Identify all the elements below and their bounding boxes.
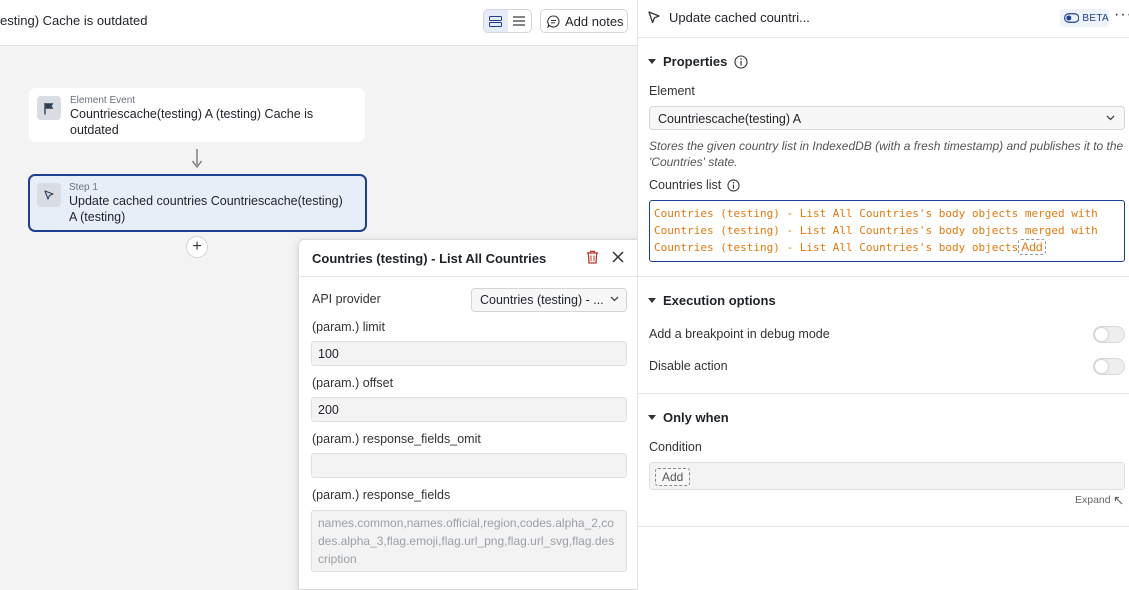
breakpoint-label: Add a breakpoint in debug mode [649, 327, 830, 341]
expand-arrow-icon [1114, 496, 1123, 504]
cursor-icon [648, 11, 660, 24]
canvas-toolbar: esting) Cache is outdated Add notes [0, 0, 637, 46]
add-notes-button[interactable]: Add notes [540, 9, 628, 33]
card-view-icon [489, 15, 503, 27]
condition-add-button[interactable]: Add [655, 468, 691, 486]
list-view-button[interactable] [508, 10, 532, 32]
toggle-on-icon [1064, 13, 1080, 23]
step-node-label: Step 1 [69, 182, 98, 193]
api-call-popover: Countries (testing) - List All Countries… [298, 239, 645, 590]
info-icon [734, 54, 748, 69]
response-fields-omit-input[interactable] [311, 453, 627, 478]
limit-label: (param.) limit [312, 320, 385, 334]
countries-list-add-button[interactable]: Add [1018, 239, 1046, 255]
event-node-label: Element Event [70, 95, 136, 106]
api-provider-label: API provider [312, 292, 381, 306]
limit-input[interactable]: 100 [311, 341, 627, 366]
add-notes-label: Add notes [565, 13, 624, 29]
only-when-section-toggle[interactable]: Only when [648, 410, 729, 425]
countries-list-label-row: Countries list [649, 178, 740, 192]
response-fields-label: (param.) response_fields [312, 488, 451, 502]
event-node-text: Countriescache(testing) A (testing) Cach… [70, 107, 314, 137]
add-step-button[interactable]: + [186, 236, 208, 258]
action-title: Update cached countri... [669, 10, 810, 25]
popover-header: Countries (testing) - List All Countries [299, 240, 644, 277]
beta-toggle[interactable]: BETA [1060, 9, 1109, 27]
step-node-text: Update cached countries Countriescache(t… [69, 194, 343, 224]
expand-button[interactable]: Expand [1075, 494, 1123, 506]
info-icon [727, 178, 740, 192]
caret-down-icon [648, 298, 656, 303]
caret-down-icon [648, 59, 656, 64]
panel-header: Update cached countri... BETA ··· [638, 0, 1129, 38]
action-description: Stores the given country list in Indexed… [649, 139, 1124, 169]
popover-title: Countries (testing) - List All Countries [312, 251, 547, 266]
note-bubble-icon [547, 14, 560, 28]
view-toggle [483, 9, 532, 33]
condition-label: Condition [649, 440, 702, 454]
section-divider [638, 526, 1129, 527]
disable-action-label: Disable action [649, 359, 728, 373]
offset-input[interactable]: 200 [311, 397, 627, 422]
event-node[interactable]: Element Event Countriescache(testing) A … [29, 88, 365, 142]
offset-label: (param.) offset [312, 376, 394, 390]
disable-action-toggle[interactable] [1093, 358, 1125, 375]
response-fields-input[interactable]: names.common,names.official,region,codes… [311, 510, 627, 572]
properties-section-toggle[interactable]: Properties [648, 54, 748, 69]
flag-icon [37, 96, 61, 120]
countries-list-input[interactable]: Countries (testing) - List All Countries… [649, 200, 1125, 262]
caret-down-icon [648, 415, 656, 420]
properties-panel: Update cached countri... BETA ··· Proper… [637, 0, 1129, 590]
section-divider [638, 276, 1129, 277]
expand-label: Expand [1075, 494, 1111, 506]
api-provider-select[interactable]: Countries (testing) - ... [471, 288, 627, 312]
more-options-button[interactable]: ··· [1114, 6, 1129, 24]
step-node[interactable]: Step 1 Update cached countries Countries… [28, 174, 367, 232]
close-icon[interactable] [612, 251, 624, 263]
breakpoint-toggle[interactable] [1093, 326, 1125, 343]
list-view-icon [513, 16, 526, 26]
execution-title: Execution options [663, 293, 776, 308]
card-view-button[interactable] [484, 10, 508, 32]
beta-label: BETA [1082, 12, 1109, 24]
condition-input[interactable]: Add [649, 462, 1125, 490]
element-label: Element [649, 84, 695, 98]
connector-arrow-icon [191, 149, 203, 169]
chevron-down-icon [1106, 115, 1115, 121]
trash-icon[interactable] [586, 250, 599, 264]
workflow-title: esting) Cache is outdated [0, 13, 148, 28]
countries-list-label: Countries list [649, 178, 722, 192]
element-select[interactable]: Countriescache(testing) A [649, 106, 1125, 130]
element-value: Countriescache(testing) A [658, 112, 802, 126]
plus-icon: + [192, 238, 202, 255]
response-fields-omit-label: (param.) response_fields_omit [312, 432, 481, 446]
properties-title: Properties [663, 54, 728, 69]
chevron-down-icon [610, 296, 619, 302]
execution-section-toggle[interactable]: Execution options [648, 293, 776, 308]
section-divider [638, 393, 1129, 394]
only-when-title: Only when [663, 410, 729, 425]
api-provider-value: Countries (testing) - ... [480, 293, 604, 307]
cursor-icon [37, 183, 61, 207]
